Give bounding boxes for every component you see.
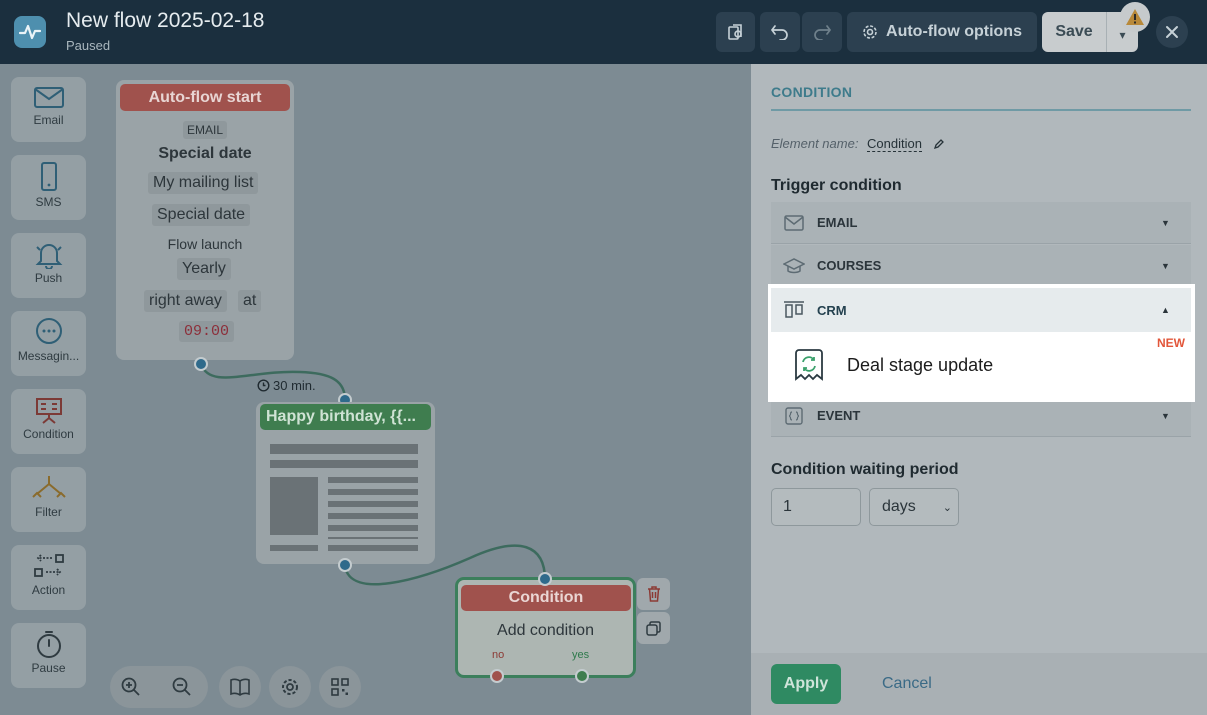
accordion-label: EVENT — [817, 408, 861, 423]
launch-label: Flow launch — [167, 236, 243, 252]
auto-flow-options-button[interactable]: Auto-flow options — [847, 12, 1037, 52]
output-port[interactable] — [194, 357, 208, 371]
close-button[interactable] — [1156, 16, 1188, 48]
divider — [771, 109, 1191, 111]
condition-node[interactable]: Condition Add condition no yes — [455, 577, 636, 678]
chevron-down-icon: ▼ — [1161, 260, 1170, 271]
cancel-button[interactable]: Cancel — [882, 675, 932, 693]
gear-icon — [282, 679, 298, 695]
redo-button[interactable] — [802, 12, 842, 52]
zoom-out-icon — [172, 677, 191, 696]
qr-code-icon — [331, 678, 349, 696]
deal-stage-update-icon — [795, 349, 823, 381]
envelope-icon — [784, 214, 804, 231]
undo-button[interactable] — [760, 12, 800, 52]
selected-unit: days — [882, 498, 916, 515]
at-label: at — [238, 290, 262, 312]
duplicate-node-button[interactable] — [637, 612, 670, 644]
undo-icon — [771, 25, 788, 40]
start-time: 09:00 — [179, 321, 235, 342]
redo-icon — [814, 25, 831, 40]
delay-label[interactable]: 30 min. — [257, 378, 316, 393]
warning-icon[interactable] — [1120, 2, 1150, 32]
auto-flow-options-label: Auto-flow options — [886, 23, 1022, 40]
element-name-label: Element name: — [771, 136, 859, 151]
chevron-down-icon: ⌄ — [942, 502, 952, 514]
panel-footer: Apply Cancel — [751, 653, 1207, 715]
trigger-condition-title: Trigger condition — [771, 177, 902, 194]
start-event: Special date — [158, 145, 252, 162]
email-preview-line — [270, 460, 418, 468]
yes-output-port[interactable] — [575, 669, 589, 683]
add-condition-link[interactable]: Add condition — [458, 622, 633, 640]
waiting-period-input[interactable]: 1 — [771, 488, 861, 526]
yes-branch-label: yes — [572, 649, 590, 661]
delay-text: 30 min. — [273, 378, 316, 393]
email-node-header: Happy birthday, {{... — [260, 404, 431, 430]
accordion-label: CRM — [817, 302, 847, 318]
frequency: Yearly — [177, 258, 231, 280]
element-name-value[interactable]: Condition — [867, 136, 922, 152]
accordion-crm[interactable]: CRM ▲ — [771, 288, 1191, 332]
email-preview-line — [328, 545, 418, 551]
zoom-out-button[interactable] — [171, 676, 193, 703]
delete-node-button[interactable] — [637, 578, 670, 610]
qr-code-button[interactable] — [319, 666, 361, 708]
output-port[interactable] — [338, 558, 352, 572]
gear-icon — [863, 25, 877, 39]
start-node-header: Auto-flow start — [120, 84, 290, 111]
crm-highlight: CRM ▲ Deal stage update NEW — [768, 284, 1195, 402]
braces-icon — [785, 406, 803, 425]
apply-button[interactable]: Apply — [771, 664, 841, 704]
no-branch-label: no — [492, 649, 505, 661]
no-output-port[interactable] — [490, 669, 504, 683]
zoom-in-icon — [121, 677, 140, 696]
accordion-label: EMAIL — [817, 215, 858, 230]
new-badge: NEW — [1157, 336, 1185, 350]
book-icon — [230, 678, 250, 696]
mailing-list: My mailing list — [148, 172, 259, 194]
condition-node-header: Condition — [461, 585, 631, 611]
email-preview-image — [270, 477, 318, 535]
deal-stage-update-label: Deal stage update — [847, 354, 994, 375]
waiting-period-title: Condition waiting period — [771, 461, 959, 478]
email-preview-line — [270, 545, 318, 551]
accordion-courses[interactable]: COURSES ▼ — [771, 245, 1191, 287]
trash-icon — [647, 586, 660, 602]
channel-badge: EMAIL — [183, 121, 228, 139]
pencil-icon[interactable] — [933, 138, 945, 150]
close-icon — [1166, 26, 1178, 38]
graduation-cap-icon — [783, 257, 805, 273]
chevron-up-icon: ▲ — [1161, 305, 1170, 315]
email-preview-line — [270, 444, 418, 454]
chevron-down-icon: ▼ — [1161, 410, 1170, 421]
date-field: Special date — [152, 204, 251, 226]
timing: right away — [144, 290, 227, 312]
panel-title: CONDITION — [771, 84, 853, 100]
auto-flow-start-node[interactable]: Auto-flow start EMAIL Special date My ma… — [116, 80, 294, 360]
zoom-in-button[interactable] — [120, 676, 142, 703]
accordion-label: COURSES — [817, 258, 882, 273]
email-preview-text — [328, 477, 418, 539]
chevron-down-icon: ▼ — [1161, 217, 1170, 228]
input-port[interactable] — [538, 572, 552, 586]
canvas-settings-button[interactable] — [269, 666, 311, 708]
guide-button[interactable] — [219, 666, 261, 708]
email-node[interactable]: Happy birthday, {{... — [256, 402, 435, 564]
crm-deal-stage-update-item[interactable]: Deal stage update — [771, 332, 1191, 398]
columns-icon — [784, 301, 804, 318]
copy-icon — [646, 620, 661, 636]
waiting-period-unit-select[interactable]: days ⌄ — [869, 488, 959, 526]
accordion-email[interactable]: EMAIL ▼ — [771, 202, 1191, 244]
clock-icon — [257, 379, 270, 392]
save-label: Save — [1055, 23, 1093, 40]
